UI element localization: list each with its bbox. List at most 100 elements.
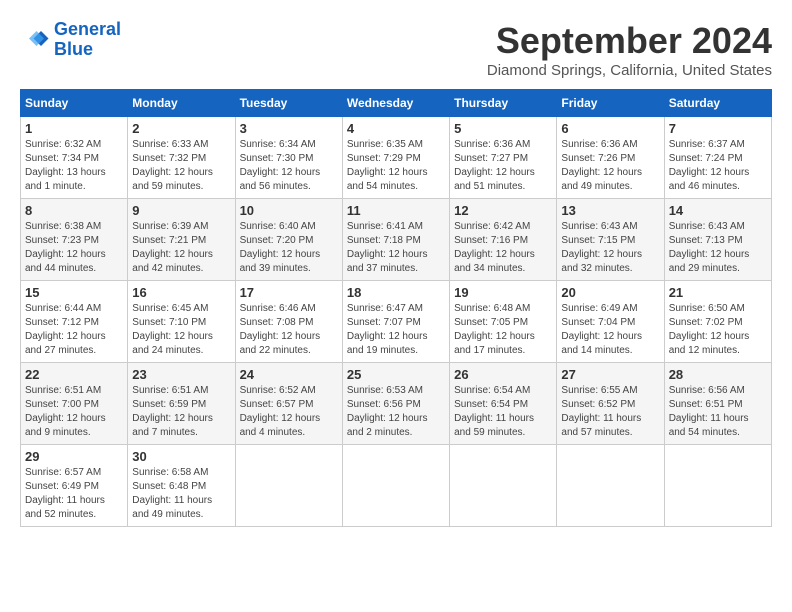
day-number: 10 <box>240 203 338 218</box>
calendar-cell: 8 Sunrise: 6:38 AM Sunset: 7:23 PM Daylig… <box>21 199 128 281</box>
calendar-cell: 21Sunrise: 6:50 AM Sunset: 7:02 PM Dayli… <box>664 281 771 363</box>
calendar-cell: 22 Sunrise: 6:51 AM Sunset: 7:00 PM Dayli… <box>21 363 128 445</box>
day-info: Sunrise: 6:52 AM Sunset: 6:57 PM Dayligh… <box>240 384 338 440</box>
day-number: 9 <box>132 203 230 218</box>
day-number: 13 <box>561 203 659 218</box>
calendar-cell: 17 Sunrise: 6:46 AM Sunset: 7:08 PM Dayli… <box>235 281 342 363</box>
location-title: Diamond Springs, California, United Stat… <box>487 62 772 79</box>
logo-text: General Blue <box>54 20 121 60</box>
weekday-header: Thursday <box>450 90 557 117</box>
day-info: Sunrise: 6:45 AM Sunset: 7:10 PM Dayligh… <box>132 302 230 358</box>
week-row: 22 Sunrise: 6:51 AM Sunset: 7:00 PM Dayli… <box>21 363 772 445</box>
calendar-cell: 29 Sunrise: 6:57 AM Sunset: 6:49 PM Dayli… <box>21 445 128 527</box>
calendar-header-row: SundayMondayTuesdayWednesdayThursdayFrid… <box>21 90 772 117</box>
day-info: Sunrise: 6:57 AM Sunset: 6:49 PM Dayligh… <box>25 466 123 522</box>
calendar-cell: 1 Sunrise: 6:32 AM Sunset: 7:34 PM Daylig… <box>21 117 128 199</box>
day-number: 3 <box>240 121 338 136</box>
day-info: Sunrise: 6:38 AM Sunset: 7:23 PM Dayligh… <box>25 220 123 276</box>
day-info: Sunrise: 6:32 AM Sunset: 7:34 PM Dayligh… <box>25 138 123 194</box>
day-number: 2 <box>132 121 230 136</box>
week-row: 15Sunrise: 6:44 AM Sunset: 7:12 PM Dayli… <box>21 281 772 363</box>
day-number: 21 <box>669 285 767 300</box>
calendar-cell: 7 Sunrise: 6:37 AM Sunset: 7:24 PM Daylig… <box>664 117 771 199</box>
day-number: 27 <box>561 367 659 382</box>
logo-line2: Blue <box>54 39 93 59</box>
calendar-cell: 12 Sunrise: 6:42 AM Sunset: 7:16 PM Dayli… <box>450 199 557 281</box>
day-number: 1 <box>25 121 123 136</box>
day-number: 8 <box>25 203 123 218</box>
day-number: 24 <box>240 367 338 382</box>
day-info: Sunrise: 6:58 AM Sunset: 6:48 PM Dayligh… <box>132 466 230 522</box>
calendar-cell: 13 Sunrise: 6:43 AM Sunset: 7:15 PM Dayli… <box>557 199 664 281</box>
day-number: 11 <box>347 203 445 218</box>
calendar-cell: 9 Sunrise: 6:39 AM Sunset: 7:21 PM Daylig… <box>128 199 235 281</box>
day-info: Sunrise: 6:43 AM Sunset: 7:13 PM Dayligh… <box>669 220 767 276</box>
day-info: Sunrise: 6:48 AM Sunset: 7:05 PM Dayligh… <box>454 302 552 358</box>
weekday-header: Friday <box>557 90 664 117</box>
day-number: 18 <box>347 285 445 300</box>
day-number: 16 <box>132 285 230 300</box>
day-info: Sunrise: 6:42 AM Sunset: 7:16 PM Dayligh… <box>454 220 552 276</box>
day-info: Sunrise: 6:54 AM Sunset: 6:54 PM Dayligh… <box>454 384 552 440</box>
day-number: 5 <box>454 121 552 136</box>
day-number: 28 <box>669 367 767 382</box>
calendar-cell: 28 Sunrise: 6:56 AM Sunset: 6:51 PM Dayli… <box>664 363 771 445</box>
day-number: 7 <box>669 121 767 136</box>
day-number: 19 <box>454 285 552 300</box>
day-number: 26 <box>454 367 552 382</box>
day-info: Sunrise: 6:34 AM Sunset: 7:30 PM Dayligh… <box>240 138 338 194</box>
week-row: 29 Sunrise: 6:57 AM Sunset: 6:49 PM Dayli… <box>21 445 772 527</box>
weekday-header: Tuesday <box>235 90 342 117</box>
day-info: Sunrise: 6:43 AM Sunset: 7:15 PM Dayligh… <box>561 220 659 276</box>
day-number: 23 <box>132 367 230 382</box>
calendar-cell: 5Sunrise: 6:36 AM Sunset: 7:27 PM Daylig… <box>450 117 557 199</box>
calendar-cell: 10Sunrise: 6:40 AM Sunset: 7:20 PM Dayli… <box>235 199 342 281</box>
calendar-cell: 14 Sunrise: 6:43 AM Sunset: 7:13 PM Dayli… <box>664 199 771 281</box>
calendar-cell: 6 Sunrise: 6:36 AM Sunset: 7:26 PM Daylig… <box>557 117 664 199</box>
calendar-cell: 23 Sunrise: 6:51 AM Sunset: 6:59 PM Dayli… <box>128 363 235 445</box>
logo-icon <box>20 25 50 55</box>
calendar-cell: 26 Sunrise: 6:54 AM Sunset: 6:54 PM Dayli… <box>450 363 557 445</box>
day-number: 17 <box>240 285 338 300</box>
day-info: Sunrise: 6:36 AM Sunset: 7:26 PM Dayligh… <box>561 138 659 194</box>
page-header: General Blue September 2024 Diamond Spri… <box>20 20 772 79</box>
day-info: Sunrise: 6:56 AM Sunset: 6:51 PM Dayligh… <box>669 384 767 440</box>
calendar-cell: 25 Sunrise: 6:53 AM Sunset: 6:56 PM Dayli… <box>342 363 449 445</box>
calendar-cell: 15Sunrise: 6:44 AM Sunset: 7:12 PM Dayli… <box>21 281 128 363</box>
day-info: Sunrise: 6:44 AM Sunset: 7:12 PM Dayligh… <box>25 302 123 358</box>
day-info: Sunrise: 6:53 AM Sunset: 6:56 PM Dayligh… <box>347 384 445 440</box>
day-number: 22 <box>25 367 123 382</box>
calendar-cell: 20 Sunrise: 6:49 AM Sunset: 7:04 PM Dayli… <box>557 281 664 363</box>
day-number: 20 <box>561 285 659 300</box>
calendar-cell: 3 Sunrise: 6:34 AM Sunset: 7:30 PM Daylig… <box>235 117 342 199</box>
calendar-cell: 2Sunrise: 6:33 AM Sunset: 7:32 PM Daylig… <box>128 117 235 199</box>
day-info: Sunrise: 6:55 AM Sunset: 6:52 PM Dayligh… <box>561 384 659 440</box>
weekday-header: Monday <box>128 90 235 117</box>
day-info: Sunrise: 6:39 AM Sunset: 7:21 PM Dayligh… <box>132 220 230 276</box>
day-number: 6 <box>561 121 659 136</box>
calendar-cell <box>342 445 449 527</box>
calendar-cell: 16 Sunrise: 6:45 AM Sunset: 7:10 PM Dayli… <box>128 281 235 363</box>
logo-line1: General <box>54 19 121 39</box>
calendar-cell: 19 Sunrise: 6:48 AM Sunset: 7:05 PM Dayli… <box>450 281 557 363</box>
weekday-header: Saturday <box>664 90 771 117</box>
weekday-header: Sunday <box>21 90 128 117</box>
calendar-cell <box>450 445 557 527</box>
day-number: 12 <box>454 203 552 218</box>
day-number: 14 <box>669 203 767 218</box>
logo: General Blue <box>20 20 121 60</box>
day-info: Sunrise: 6:51 AM Sunset: 6:59 PM Dayligh… <box>132 384 230 440</box>
day-info: Sunrise: 6:49 AM Sunset: 7:04 PM Dayligh… <box>561 302 659 358</box>
title-section: September 2024 Diamond Springs, Californ… <box>487 20 772 79</box>
day-info: Sunrise: 6:46 AM Sunset: 7:08 PM Dayligh… <box>240 302 338 358</box>
day-info: Sunrise: 6:37 AM Sunset: 7:24 PM Dayligh… <box>669 138 767 194</box>
day-info: Sunrise: 6:35 AM Sunset: 7:29 PM Dayligh… <box>347 138 445 194</box>
weekday-header: Wednesday <box>342 90 449 117</box>
calendar-cell: 11Sunrise: 6:41 AM Sunset: 7:18 PM Dayli… <box>342 199 449 281</box>
day-number: 4 <box>347 121 445 136</box>
calendar-cell: 30Sunrise: 6:58 AM Sunset: 6:48 PM Dayli… <box>128 445 235 527</box>
day-number: 29 <box>25 449 123 464</box>
day-info: Sunrise: 6:51 AM Sunset: 7:00 PM Dayligh… <box>25 384 123 440</box>
calendar-cell: 24 Sunrise: 6:52 AM Sunset: 6:57 PM Dayli… <box>235 363 342 445</box>
day-number: 25 <box>347 367 445 382</box>
